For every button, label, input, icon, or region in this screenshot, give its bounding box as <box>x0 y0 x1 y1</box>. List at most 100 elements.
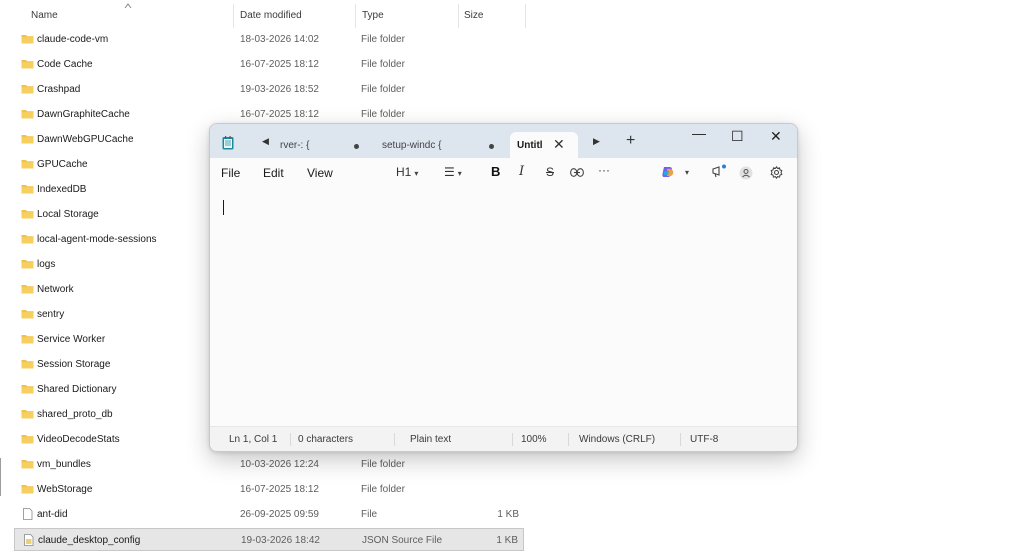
date-modified: 16-07-2025 18:12 <box>240 109 319 120</box>
settings-gear-icon[interactable] <box>770 166 783 179</box>
folder-row[interactable]: WebStorage 16-07-2025 18:12 File folder <box>14 478 524 501</box>
folder-row[interactable]: claude-code-vm 18-03-2026 14:02 File folde… <box>14 28 524 51</box>
encoding[interactable]: UTF-8 <box>690 434 718 445</box>
account-icon[interactable] <box>739 166 753 180</box>
file-type: File folder <box>361 459 405 470</box>
file-name: VideoDecodeStats <box>37 434 120 445</box>
file-type: File folder <box>361 84 405 95</box>
line-ending[interactable]: Windows (CRLF) <box>579 434 655 445</box>
tab-label: setup-windc { <box>382 140 442 151</box>
status-divider <box>512 433 513 446</box>
file-name: Code Cache <box>37 59 93 70</box>
file-name: IndexedDB <box>37 184 87 195</box>
file-type: File <box>361 509 378 520</box>
column-divider[interactable] <box>233 4 234 28</box>
list-dropdown[interactable]: ☰ ▾ <box>444 165 462 179</box>
date-modified: 16-07-2025 18:12 <box>240 59 319 70</box>
file-type: File folder <box>361 484 405 495</box>
tab-label: rver-: { <box>280 140 310 151</box>
notepad-window: ◀ rver-: { setup-windc { Untitl ✕ ▶ + — … <box>209 123 798 452</box>
folder-icon <box>21 210 34 219</box>
file-name: Shared Dictionary <box>37 384 117 395</box>
chevron-down-icon[interactable]: ▾ <box>685 168 689 177</box>
link-icon[interactable] <box>570 168 584 177</box>
file-type: File folder <box>361 109 405 120</box>
folder-icon <box>21 435 34 444</box>
folder-icon <box>21 135 34 144</box>
tab-server[interactable]: rver-: { <box>276 132 366 158</box>
more-options-icon[interactable]: ··· <box>598 163 610 177</box>
bold-button[interactable]: B <box>491 164 500 179</box>
tab-label: Untitl <box>517 140 543 151</box>
scroll-tabs-left-icon[interactable]: ◀ <box>262 136 269 147</box>
scroll-edge <box>0 458 1 496</box>
folder-icon <box>21 410 34 419</box>
menu-file[interactable]: File <box>221 166 240 180</box>
file-name: WebStorage <box>37 484 93 495</box>
chevron-down-icon: ▾ <box>457 169 462 178</box>
file-row[interactable]: claude_desktop_config 19-03-2026 18:42 JSO… <box>14 528 524 551</box>
file-name: Local Storage <box>37 209 99 220</box>
file-row[interactable]: ant-did 26-09-2025 09:59 File 1 KB <box>14 503 524 526</box>
maximize-icon[interactable]: ☐ <box>731 128 744 145</box>
menu-view[interactable]: View <box>307 166 333 180</box>
status-divider <box>394 433 395 446</box>
folder-icon <box>21 335 34 344</box>
date-modified: 10-03-2026 12:24 <box>240 459 319 470</box>
column-name[interactable]: Name <box>31 10 58 21</box>
file-name: local-agent-mode-sessions <box>37 234 157 245</box>
folder-row[interactable]: vm_bundles 10-03-2026 12:24 File folder <box>14 453 524 476</box>
announcement-icon[interactable] <box>711 164 727 178</box>
chevron-down-icon: ▾ <box>414 169 419 178</box>
column-divider[interactable] <box>355 4 356 28</box>
close-window-icon[interactable]: ✕ <box>770 128 782 145</box>
column-type[interactable]: Type <box>362 10 384 21</box>
folder-row[interactable]: Crashpad 19-03-2026 18:52 File folder <box>14 78 524 101</box>
folder-icon <box>21 460 34 469</box>
file-name: ant-did <box>37 509 68 520</box>
column-divider[interactable] <box>525 4 526 28</box>
column-header: Name Date modified Type Size <box>0 0 528 28</box>
status-divider <box>290 433 291 446</box>
text-format[interactable]: Plain text <box>410 434 451 445</box>
file-name: logs <box>37 259 56 270</box>
zoom-level[interactable]: 100% <box>521 434 547 445</box>
italic-button[interactable]: I <box>519 164 524 179</box>
copilot-icon[interactable] <box>661 165 675 179</box>
status-divider <box>680 433 681 446</box>
folder-icon <box>21 60 34 69</box>
column-divider[interactable] <box>458 4 459 28</box>
date-modified: 26-09-2025 09:59 <box>240 509 319 520</box>
sort-ascending-icon[interactable] <box>124 2 132 10</box>
character-count: 0 characters <box>298 434 354 445</box>
file-name: DawnGraphiteCache <box>37 109 130 120</box>
file-name: Crashpad <box>37 84 81 95</box>
strikethrough-button[interactable]: S <box>546 165 554 179</box>
file-type: File folder <box>361 34 405 45</box>
title-bar[interactable]: ◀ rver-: { setup-windc { Untitl ✕ ▶ + — … <box>210 124 797 158</box>
menu-edit[interactable]: Edit <box>263 166 284 180</box>
minimize-icon[interactable]: — <box>692 125 706 141</box>
column-date-modified[interactable]: Date modified <box>240 10 302 21</box>
folder-icon <box>21 110 34 119</box>
file-name: shared_proto_db <box>37 409 113 420</box>
scroll-tabs-right-icon[interactable]: ▶ <box>593 136 600 147</box>
file-type: File folder <box>361 59 405 70</box>
file-name: GPUCache <box>37 159 88 170</box>
file-name: claude-code-vm <box>37 34 109 45</box>
status-bar: Ln 1, Col 1 0 characters Plain text 100%… <box>210 426 797 451</box>
json-file-icon <box>24 534 34 546</box>
folder-icon <box>21 85 34 94</box>
heading-dropdown[interactable]: H1 ▾ <box>396 165 418 179</box>
folder-icon <box>21 260 34 269</box>
file-name: Session Storage <box>37 359 111 370</box>
close-tab-icon[interactable]: ✕ <box>553 136 565 153</box>
column-size[interactable]: Size <box>464 10 483 21</box>
tab-untitled[interactable]: Untitl ✕ <box>510 132 578 158</box>
tab-setup-windows[interactable]: setup-windc { <box>376 132 500 158</box>
folder-icon <box>21 310 34 319</box>
new-tab-icon[interactable]: + <box>626 132 635 150</box>
folder-row[interactable]: Code Cache 16-07-2025 18:12 File folder <box>14 53 524 76</box>
text-editor-area[interactable] <box>210 186 797 424</box>
heading-label: H1 <box>396 165 412 179</box>
